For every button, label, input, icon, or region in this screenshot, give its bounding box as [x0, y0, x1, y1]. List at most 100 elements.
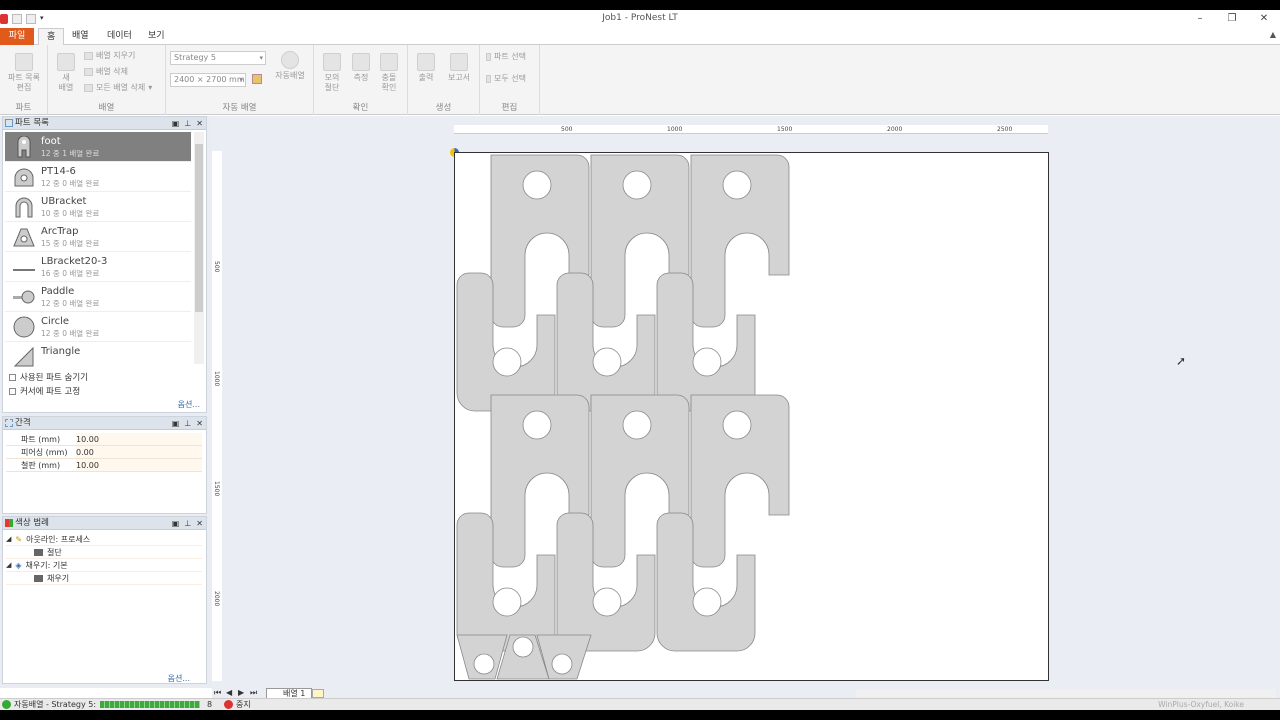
list-item-paddle[interactable]: Paddle 12 중 0 배열 완료 — [5, 282, 191, 312]
panel-close-icon[interactable]: ✕ — [196, 517, 203, 530]
paddle-icon — [13, 290, 35, 304]
list-item-ubracket[interactable]: UBracket 10 중 0 배열 완료 — [5, 192, 191, 222]
pt14-icon — [14, 168, 34, 187]
open-icon[interactable] — [26, 14, 36, 24]
restore-icon[interactable]: ❐ — [1216, 10, 1248, 28]
fill-swatch — [34, 574, 43, 582]
legend-node-outline[interactable]: ◢ ✎ 아웃라인: 프로세스 — [6, 533, 202, 546]
collision-icon — [380, 53, 398, 71]
stop-button[interactable]: 중지 — [236, 699, 251, 710]
nesting-progress-bar — [100, 701, 200, 708]
float-icon[interactable]: ▣ — [172, 517, 180, 530]
collision-check-button[interactable]: 충돌 확인 — [376, 53, 402, 93]
part-list-icon — [15, 53, 33, 71]
pin-icon[interactable]: ⊥ — [184, 517, 191, 530]
delete-nest-button[interactable]: 배열 삭제 — [84, 66, 128, 77]
float-icon[interactable]: ▣ — [172, 417, 180, 430]
plate-sheet[interactable] — [454, 152, 1049, 681]
panel-close-icon[interactable]: ✕ — [196, 417, 203, 430]
group-confirm: 모의 절단 측정 충돌 확인 확인 — [314, 45, 408, 115]
pierce-spacing-field[interactable]: 0.00 — [76, 446, 202, 458]
triangle-icon — [13, 346, 34, 367]
running-icon — [2, 700, 11, 709]
play-icon — [281, 51, 299, 69]
part-foot-3 — [690, 154, 790, 328]
list-item-circle[interactable]: Circle 12 중 0 배열 완료 — [5, 312, 191, 342]
spacing-grid: 파트 (mm) 10.00 피어싱 (mm) 0.00 철판 (mm) 10.00 — [6, 433, 202, 472]
circle-icon — [13, 316, 35, 338]
legend-icon — [5, 519, 13, 527]
group-auto-nest: Strategy 5 ▾ 2400 × 2700 mm ▾ 자동배열 자동 배열 — [166, 45, 314, 115]
save-icon[interactable] — [12, 14, 22, 24]
pin-icon[interactable]: ⊥ — [184, 117, 191, 130]
parts-list-panel: 파트 목록 ▣ ⊥ ✕ foot 12 중 1 배열 완료 PT14-6 12 중 … — [2, 116, 207, 413]
list-item-triangle[interactable]: Triangle — [5, 342, 191, 367]
last-sheet-icon[interactable]: ⏭ — [250, 688, 257, 698]
status-count: 8 — [207, 700, 213, 709]
parts-list-scrollbar[interactable] — [194, 132, 204, 364]
report-button[interactable]: 보고서 — [444, 53, 474, 83]
scroll-thumb[interactable] — [195, 144, 203, 312]
new-sheet-icon[interactable] — [312, 689, 324, 698]
list-item-pt14-6[interactable]: PT14-6 12 중 0 배열 완료 — [5, 162, 191, 192]
sheet-db-icon[interactable] — [252, 74, 262, 84]
clear-nest-button[interactable]: 배열 지우기 — [84, 50, 135, 61]
delete-all-nests-button[interactable]: 모든 배열 삭제 ▾ — [84, 82, 152, 93]
stop-icon[interactable] — [224, 700, 233, 709]
tab-data[interactable]: 데이터 — [99, 28, 140, 45]
horizontal-ruler: 500 1000 1500 2000 2500 — [454, 125, 1048, 134]
pin-icon[interactable]: ⊥ — [184, 417, 191, 430]
pin-part-to-cursor-checkbox[interactable]: 커서에 파트 고정 — [9, 385, 80, 397]
status-watermark: WinPlus-Oxyfuel, Koike — [1158, 700, 1244, 709]
spacing-row-pierce: 피어싱 (mm) 0.00 — [6, 446, 202, 459]
qat-dropdown-icon[interactable]: ▾ — [40, 14, 48, 24]
float-icon[interactable]: ▣ — [172, 117, 180, 130]
tab-view[interactable]: 보기 — [140, 28, 173, 45]
spacing-panel: 간격 ▣ ⊥ ✕ 파트 (mm) 10.00 피어싱 (mm) 0.00 철판 (mm)… — [2, 416, 207, 514]
parts-options-link[interactable]: 옵션... — [178, 399, 200, 410]
tab-nest[interactable]: 배열 — [64, 28, 97, 45]
legend-tree: ◢ ✎ 아웃라인: 프로세스 절단 ◢ ◈ 채우기: 기본 채우기 — [6, 533, 202, 585]
hide-used-parts-checkbox[interactable]: 사용된 파트 숨기기 — [9, 371, 88, 383]
plate-spacing-field[interactable]: 10.00 — [76, 459, 202, 471]
minimize-icon[interactable]: – — [1184, 10, 1216, 28]
strategy-select[interactable]: Strategy 5 ▾ — [170, 51, 266, 65]
vertical-ruler: 500 1000 1500 2000 — [212, 151, 222, 681]
simulate-cut-button[interactable]: 모의 절단 — [320, 53, 344, 93]
window-title: Job1 - ProNest LT — [602, 13, 678, 23]
legend-node-fill[interactable]: ◢ ◈ 채우기: 기본 — [6, 559, 202, 572]
report-icon — [450, 53, 468, 71]
panel-close-icon[interactable]: ✕ — [196, 117, 203, 130]
part-list-edit-button[interactable]: 파트 목록 편집 — [4, 53, 44, 93]
measure-button[interactable]: 측정 — [348, 53, 374, 83]
prev-sheet-icon[interactable]: ◀ — [226, 688, 232, 697]
ubracket-icon — [15, 197, 33, 218]
output-button[interactable]: 출력 — [414, 53, 438, 83]
auto-nest-button[interactable]: 자동배열 — [270, 51, 310, 81]
legend-options-link[interactable]: 옵션... — [168, 673, 190, 684]
nest-canvas[interactable]: 500 1000 1500 2000 2500 500 1000 1500 20… — [212, 116, 1280, 688]
part-foot-9 — [690, 394, 790, 568]
spacing-row-plate: 철판 (mm) 10.00 — [6, 459, 202, 472]
first-sheet-icon[interactable]: ⏮ — [214, 688, 221, 698]
list-item-foot[interactable]: foot 12 중 1 배열 완료 — [5, 132, 191, 162]
part-spacing-field[interactable]: 10.00 — [76, 433, 202, 445]
select-part-button[interactable]: 파트 선택 — [486, 51, 526, 62]
new-nest-button[interactable]: 새 배열 — [54, 53, 78, 93]
group-edit: 파트 선택 모두 선택 편집 — [480, 45, 540, 115]
next-sheet-icon[interactable]: ▶ — [238, 688, 244, 697]
sheet-size-select[interactable]: 2400 × 2700 mm ▾ — [170, 73, 246, 87]
ribbon-collapse-icon[interactable]: ▲ — [1270, 30, 1276, 39]
workspace: 파트 목록 ▣ ⊥ ✕ foot 12 중 1 배열 완료 PT14-6 12 중 … — [0, 116, 1280, 688]
arctrap-icon — [13, 228, 35, 247]
select-all-button[interactable]: 모두 선택 — [486, 73, 526, 84]
app-logo-icon[interactable] — [0, 14, 8, 24]
close-icon[interactable]: ✕ — [1248, 10, 1280, 28]
tab-home[interactable]: 홈 — [38, 28, 65, 45]
list-item-lbracket20-3[interactable]: LBracket20-3 16 중 0 배열 완료 — [5, 252, 191, 282]
tab-file[interactable]: 파일 — [0, 28, 34, 45]
legend-item-cut: 절단 — [6, 546, 202, 559]
lbracket-icon — [13, 269, 35, 271]
list-item-arctrap[interactable]: ArcTrap 15 중 0 배열 완료 — [5, 222, 191, 252]
parts-list: foot 12 중 1 배열 완료 PT14-6 12 중 0 배열 완료 UB… — [5, 132, 191, 367]
